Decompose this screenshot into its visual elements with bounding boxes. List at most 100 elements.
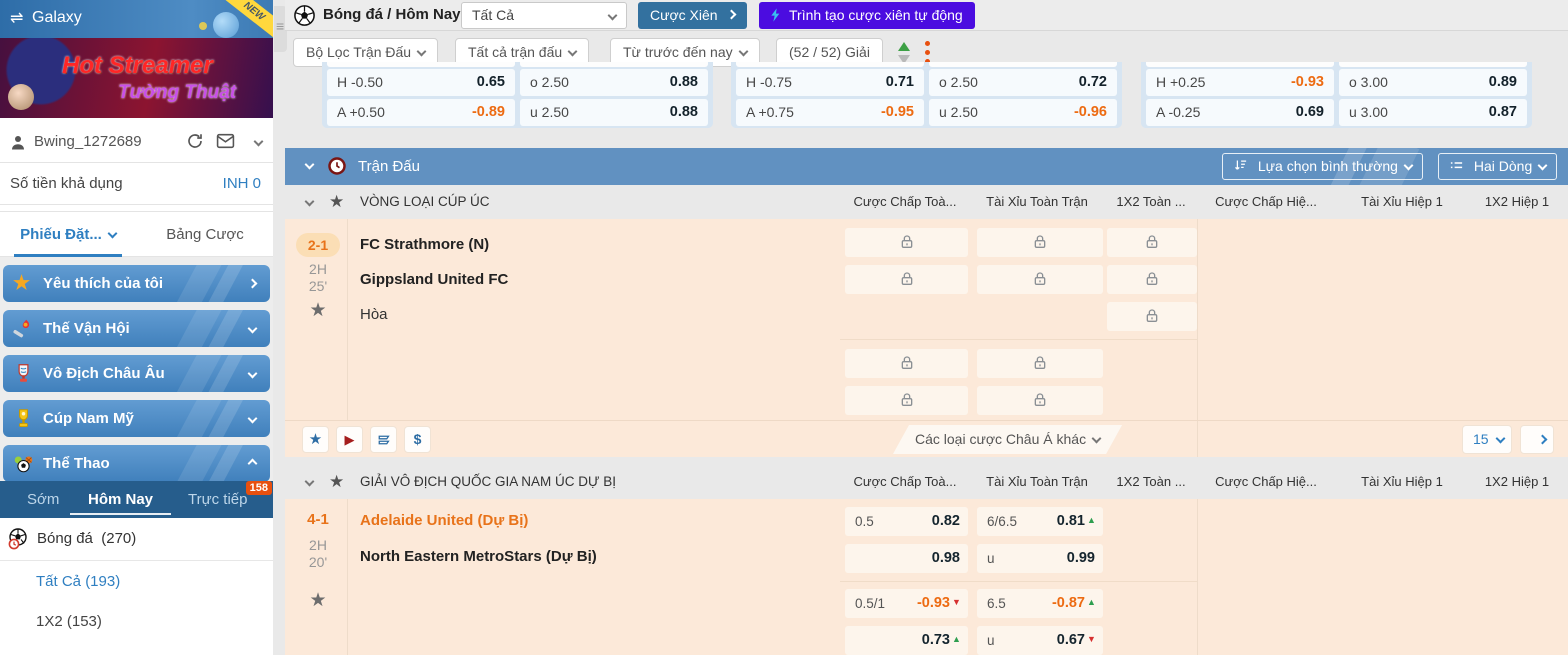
odds-cell[interactable]: A +0.50-0.89 (327, 99, 515, 126)
sidebar-item-euro[interactable]: Vô Địch Châu Âu (3, 355, 270, 392)
odds-cell[interactable]: 6/6.5 0.81 ▲ (977, 507, 1103, 536)
sidebar-item-olympics[interactable]: Thế Vận Hội (3, 310, 270, 347)
page-size-select[interactable]: 15 (1462, 425, 1512, 454)
sidebar-item-all[interactable]: Tất Cả (193) (36, 573, 120, 590)
sort-lines-icon (1233, 158, 1248, 173)
odds-cell[interactable]: 0.98 (845, 544, 968, 573)
next-page-button[interactable] (1520, 425, 1554, 454)
odds-cell[interactable]: H +0.25-0.93 (1146, 69, 1334, 96)
odds-cell-locked[interactable] (845, 349, 968, 378)
odds-cell[interactable]: 0.5 0.82 (845, 507, 968, 536)
astronaut-decoration (213, 12, 239, 38)
odds-cell[interactable]: 0.5/1 -0.93 ▼ (845, 589, 968, 618)
football-clock-icon (6, 527, 30, 551)
sidebar-item-copa[interactable]: Cúp Nam Mỹ (3, 400, 270, 437)
swap-icon: ⇌ (10, 8, 23, 28)
sport-label: Bóng đá (270) (37, 530, 136, 547)
parlay-button[interactable]: Cược Xiên (638, 2, 747, 29)
favorite-button[interactable]: ★ (302, 426, 329, 453)
section-title: Trận Đấu (358, 158, 420, 175)
collapse-chevron-icon[interactable] (305, 160, 315, 170)
favorite-star-icon[interactable]: ★ (329, 192, 344, 212)
live-stream-button[interactable]: ▶ (336, 426, 363, 453)
tab-live[interactable]: Trực tiếp (188, 481, 248, 518)
column-header: Cược Chấp Toà... (840, 474, 970, 489)
tab-early[interactable]: Sớm (27, 481, 59, 518)
refresh-icon[interactable] (186, 132, 204, 150)
sidebar-menu: ★ Yêu thích của tôi Thế Vận Hội Vô Địch … (0, 257, 273, 481)
odds-cell-locked[interactable] (845, 386, 968, 415)
tab-today[interactable]: Hôm Nay (88, 481, 153, 518)
odds-cell[interactable]: H -0.750.71 (736, 69, 924, 96)
odds-cell[interactable]: A +0.75-0.95 (736, 99, 924, 126)
odds-cell-locked[interactable] (1107, 265, 1197, 294)
more-asian-bets-dropdown[interactable]: Các loại cược Châu Á khác (893, 425, 1122, 454)
lock-icon (1032, 234, 1048, 250)
odds-cell[interactable]: H -0.500.65 (327, 69, 515, 96)
draw-label: Hòa (360, 306, 388, 323)
auto-parlay-button[interactable]: Trình tạo cược xiên tự động (759, 2, 975, 29)
user-icon (9, 133, 27, 151)
lock-icon (1144, 271, 1160, 287)
account-chevron-icon[interactable] (254, 137, 264, 147)
match-row: 4-1 2H 20' ★ Adelaide United (Dự Bị) Nor… (285, 499, 1568, 655)
odds-cell-locked[interactable] (977, 265, 1103, 294)
bolt-icon (768, 7, 784, 23)
odds-cell-locked[interactable] (845, 265, 968, 294)
odds-cell[interactable]: o 3.000.89 (1339, 69, 1527, 96)
chevron-down-icon (1403, 161, 1413, 171)
trend-arrow-icon: ▼ (1087, 634, 1097, 644)
odds-cell[interactable]: o 2.500.72 (929, 69, 1117, 96)
favorite-star-icon[interactable]: ★ (296, 589, 340, 612)
tab-bet-list[interactable]: Bảng Cược (137, 212, 273, 257)
chevron-down-icon (1495, 434, 1505, 444)
line-count-button[interactable]: Hai Dòng (1438, 153, 1557, 180)
odds-cell[interactable]: u 2.500.88 (520, 99, 708, 126)
odds-cell-locked[interactable] (845, 228, 968, 257)
odds-cell[interactable]: A -0.250.69 (1146, 99, 1334, 126)
league-header: ★ GIẢI VÔ ĐỊCH QUỐC GIA NAM ÚC DỰ BỊ Cượ… (285, 466, 1568, 499)
live-count-badge: 158 (246, 481, 272, 495)
odds-cell-locked[interactable] (977, 228, 1103, 257)
star-icon: ★ (13, 273, 34, 294)
lock-icon (1144, 234, 1160, 250)
lock-icon (1032, 392, 1048, 408)
sort-mode-button[interactable]: Lựa chọn bình thường (1222, 153, 1423, 180)
odds-cell-locked[interactable] (1107, 228, 1197, 257)
collapse-chevron-icon[interactable] (305, 197, 315, 207)
favorite-star-icon[interactable]: ★ (296, 299, 340, 322)
odds-cell-locked[interactable] (977, 386, 1103, 415)
sidebar: ⇌ Galaxy NEW Hot Streamer Tường Thuật Bw… (0, 0, 273, 655)
match-minute: 20' (296, 554, 340, 571)
odds-cell[interactable]: u 0.67 ▼ (977, 626, 1103, 655)
market-select[interactable]: Tất Cả (461, 2, 627, 29)
odds-cell[interactable]: u 3.000.87 (1339, 99, 1527, 126)
tab-bet-slip[interactable]: Phiếu Đặt... (0, 212, 136, 257)
two-lines-icon (1449, 158, 1464, 173)
sidebar-item-football[interactable]: Bóng đá (270) (0, 518, 273, 561)
main-topbar: Bóng đá / Hôm Nay Tất Cả Cược Xiên Trình… (285, 0, 1568, 31)
sort-toggle-icon[interactable] (898, 42, 912, 64)
brand-header[interactable]: ⇌ Galaxy NEW (0, 0, 273, 38)
column-header: Tài Xỉu Toàn Trận (972, 194, 1102, 209)
bench-markets-button[interactable] (370, 426, 397, 453)
odds-cell-locked[interactable] (977, 349, 1103, 378)
odds-cell-locked[interactable] (1107, 302, 1197, 331)
collapse-chevron-icon[interactable] (305, 477, 315, 487)
favorite-star-icon[interactable]: ★ (329, 472, 344, 492)
promo-banner[interactable]: Hot Streamer Tường Thuật (0, 38, 273, 118)
odds-cell[interactable]: 0.73 ▲ (845, 626, 968, 655)
banner-subtitle: Tường Thuật (118, 82, 236, 104)
money-markets-button[interactable]: $ (404, 426, 431, 453)
sidebar-item-1x2[interactable]: 1X2 (153) (36, 613, 102, 630)
odds-cell[interactable]: u 0.99 (977, 544, 1103, 573)
away-team: Gippsland United FC (360, 271, 508, 288)
column-header: Tài Xỉu Toàn Trận (972, 474, 1102, 489)
play-icon: ▶ (345, 432, 355, 447)
odds-cell[interactable]: 6.5 -0.87 ▲ (977, 589, 1103, 618)
sidebar-item-favorites[interactable]: ★ Yêu thích của tôi (3, 265, 270, 302)
odds-cell[interactable]: u 2.50-0.96 (929, 99, 1117, 126)
mail-icon[interactable] (216, 133, 235, 149)
sidebar-item-sports[interactable]: Thể Thao (3, 445, 270, 482)
odds-cell[interactable]: o 2.500.88 (520, 69, 708, 96)
